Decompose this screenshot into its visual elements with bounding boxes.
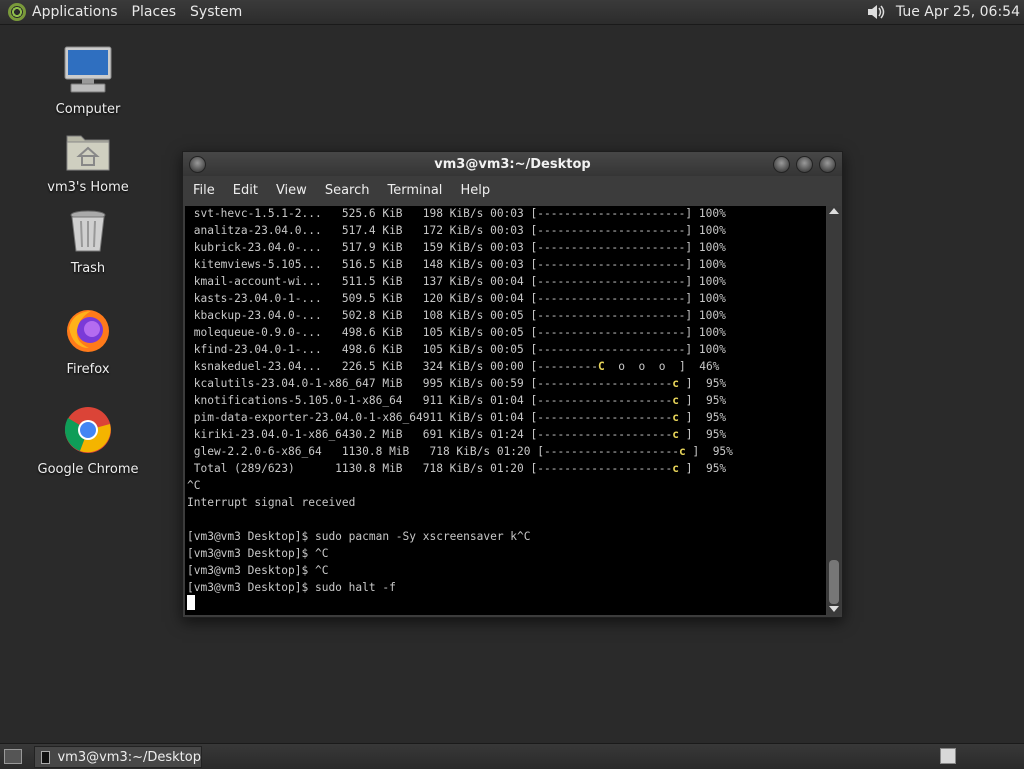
desktop-icon-label: Google Chrome xyxy=(37,462,139,477)
volume-icon[interactable] xyxy=(866,2,888,22)
window-menu-button[interactable] xyxy=(189,156,206,173)
desktop-icon-label: Trash xyxy=(70,261,106,276)
terminal-output[interactable]: svt-hevc-1.5.1-2... 525.6 KiB 198 KiB/s … xyxy=(185,206,826,615)
window-title-bar[interactable]: vm3@vm3:~/Desktop xyxy=(183,152,842,176)
terminal-icon xyxy=(41,750,51,764)
terminal-line: kmail-account-wi... 511.5 KiB 137 KiB/s … xyxy=(187,275,726,288)
terminal-line: [vm3@vm3 Desktop]$ ^C xyxy=(187,547,329,560)
terminal-menu-bar: File Edit View Search Terminal Help xyxy=(183,176,842,204)
terminal-line: kitemviews-5.105... 516.5 KiB 148 KiB/s … xyxy=(187,258,726,271)
terminal-line: glew-2.2.0-6-x86_64 1130.8 MiB 718 KiB/s… xyxy=(187,445,733,458)
terminal-scrollbar[interactable] xyxy=(827,206,841,615)
firefox-icon xyxy=(33,308,143,358)
desktop-icon-label: vm3's Home xyxy=(47,180,129,195)
desktop-icon-label: Computer xyxy=(55,102,121,117)
desktop-icon-computer[interactable]: Computer xyxy=(33,46,143,117)
terminal-line: molequeue-0.9.0-... 498.6 KiB 105 KiB/s … xyxy=(187,326,726,339)
desktop-icon-label: Firefox xyxy=(66,362,110,377)
show-desktop-icon[interactable] xyxy=(4,749,22,764)
terminal-line: ^C xyxy=(187,479,201,492)
menu-search[interactable]: Search xyxy=(325,183,370,198)
terminal-line: pim-data-exporter-23.04.0-1-x86_64911 Ki… xyxy=(187,411,727,424)
taskbar-button-label: vm3@vm3:~/Desktop xyxy=(57,749,201,765)
desktop-icon-firefox[interactable]: Firefox xyxy=(33,308,143,377)
top-panel: Applications Places System Tue Apr 25, 0… xyxy=(0,0,1024,25)
menu-edit[interactable]: Edit xyxy=(233,183,258,198)
bottom-panel: vm3@vm3:~/Desktop xyxy=(0,743,1024,769)
clock[interactable]: Tue Apr 25, 06:54 xyxy=(896,4,1020,20)
terminal-line: Total (289/623) 1130.8 MiB 718 KiB/s 01:… xyxy=(187,462,727,475)
terminal-line: kiriki-23.04.0-1-x86_6430.2 MiB 691 KiB/… xyxy=(187,428,727,441)
menu-system[interactable]: System xyxy=(190,4,242,20)
home-folder-icon xyxy=(33,128,143,176)
terminal-line: [vm3@vm3 Desktop]$ sudo halt -f xyxy=(187,581,396,594)
terminal-line: kubrick-23.04.0-... 517.9 KiB 159 KiB/s … xyxy=(187,241,726,254)
trash-icon xyxy=(33,209,143,257)
desktop-icon-chrome[interactable]: Google Chrome xyxy=(33,406,143,477)
scroll-up-arrow-icon[interactable] xyxy=(829,208,839,214)
text-cursor xyxy=(187,595,195,610)
chrome-icon xyxy=(33,406,143,458)
scroll-down-arrow-icon[interactable] xyxy=(829,606,839,612)
terminal-window[interactable]: vm3@vm3:~/Desktop File Edit View Search … xyxy=(182,151,843,618)
minimize-button[interactable] xyxy=(773,156,790,173)
terminal-line: kasts-23.04.0-1-... 509.5 KiB 120 KiB/s … xyxy=(187,292,726,305)
distro-logo-icon[interactable] xyxy=(8,3,26,21)
terminal-line: Interrupt signal received xyxy=(187,496,356,509)
terminal-line: [vm3@vm3 Desktop]$ sudo pacman -Sy xscre… xyxy=(187,530,531,543)
terminal-line: analitza-23.04.0... 517.4 KiB 172 KiB/s … xyxy=(187,224,726,237)
maximize-button[interactable] xyxy=(796,156,813,173)
workspace-switcher-icon[interactable] xyxy=(940,748,956,764)
taskbar-button-terminal[interactable]: vm3@vm3:~/Desktop xyxy=(34,746,202,768)
computer-icon xyxy=(33,46,143,98)
terminal-line: [vm3@vm3 Desktop]$ ^C xyxy=(187,564,329,577)
desktop-icon-home[interactable]: vm3's Home xyxy=(33,128,143,195)
window-title: vm3@vm3:~/Desktop xyxy=(434,156,591,172)
menu-places[interactable]: Places xyxy=(132,4,177,20)
menu-help[interactable]: Help xyxy=(460,183,490,198)
terminal-line: kbackup-23.04.0-... 502.8 KiB 108 KiB/s … xyxy=(187,309,726,322)
top-panel-tray: Tue Apr 25, 06:54 xyxy=(866,0,1020,24)
menu-terminal[interactable]: Terminal xyxy=(387,183,442,198)
terminal-line: knotifications-5.105.0-1-x86_64 911 KiB/… xyxy=(187,394,727,407)
desktop-icon-trash[interactable]: Trash xyxy=(33,209,143,276)
terminal-line: kfind-23.04.0-1-... 498.6 KiB 105 KiB/s … xyxy=(187,343,726,356)
close-button[interactable] xyxy=(819,156,836,173)
terminal-line: ksnakeduel-23.04... 226.5 KiB 324 KiB/s … xyxy=(187,360,720,373)
menu-view[interactable]: View xyxy=(276,183,307,198)
menu-applications[interactable]: Applications xyxy=(32,4,118,20)
terminal-line: svt-hevc-1.5.1-2... 525.6 KiB 198 KiB/s … xyxy=(187,207,726,220)
terminal-line: kcalutils-23.04.0-1-x86_647 MiB 995 KiB/… xyxy=(187,377,727,390)
scroll-thumb[interactable] xyxy=(829,560,839,604)
menu-file[interactable]: File xyxy=(193,183,215,198)
